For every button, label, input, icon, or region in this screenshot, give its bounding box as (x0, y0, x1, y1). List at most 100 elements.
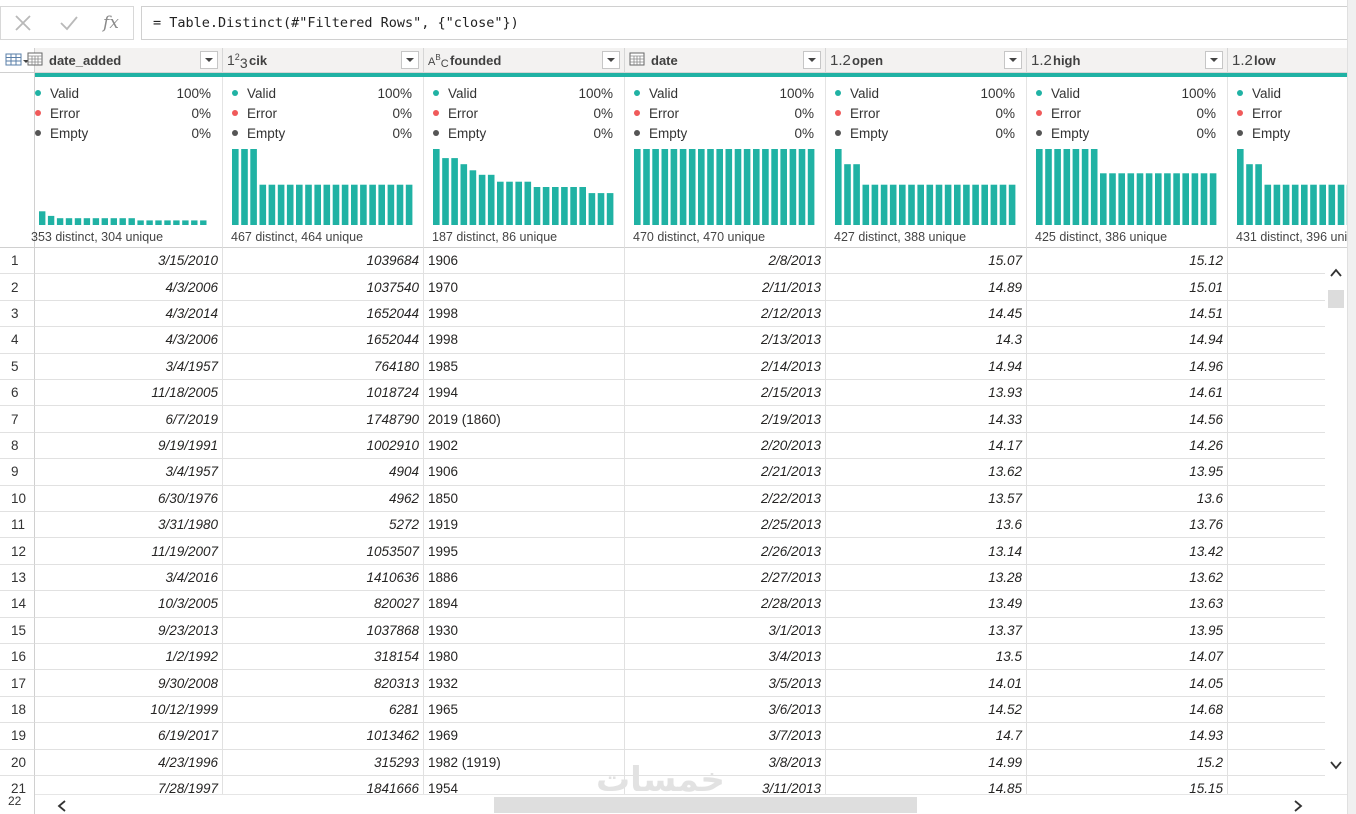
histogram-bar[interactable] (716, 149, 723, 225)
table-cell-high[interactable]: 13.63 (1027, 591, 1228, 618)
histogram-bar[interactable] (137, 220, 144, 225)
table-cell-cik[interactable]: 1037540 (223, 274, 424, 301)
table-cell-date[interactable]: 2/15/2013 (625, 380, 826, 407)
histogram-bar[interactable] (1264, 184, 1272, 225)
histogram-bar[interactable] (469, 170, 477, 225)
table-cell-date[interactable]: 2/28/2013 (625, 591, 826, 618)
table-cell-cik[interactable]: 1748790 (223, 406, 424, 433)
histogram-bar[interactable] (191, 220, 198, 225)
row-number[interactable]: 10 (0, 485, 35, 512)
histogram-bar[interactable] (762, 149, 769, 225)
histogram-bar[interactable] (451, 158, 458, 225)
vertical-scroll-thumb[interactable] (1328, 290, 1344, 308)
histogram-bar[interactable] (1191, 173, 1199, 225)
table-cell-high[interactable]: 14.68 (1027, 696, 1228, 724)
histogram-bar[interactable] (1182, 173, 1189, 225)
histogram-bar[interactable] (844, 164, 851, 225)
table-cell-high[interactable]: 13.6 (1027, 485, 1228, 512)
table-cell-open[interactable]: 13.57 (826, 485, 1027, 512)
table-cell-founded[interactable]: 1995 (424, 538, 625, 565)
table-cell-cik[interactable]: 1841666 (223, 776, 424, 794)
histogram-bar[interactable] (360, 184, 367, 225)
histogram-bar[interactable] (1063, 149, 1071, 225)
table-cell-date[interactable]: 2/8/2013 (625, 248, 826, 275)
integer-type-icon[interactable]: 123 (223, 52, 249, 71)
table-cell-founded[interactable]: 2019 (1860) (424, 406, 625, 433)
table-cell-founded[interactable]: 1919 (424, 512, 625, 539)
table-cell-open[interactable]: 14.7 (826, 723, 1027, 750)
histogram-bar[interactable] (277, 184, 285, 225)
fx-icon[interactable]: fx (99, 11, 123, 35)
filter-dropdown-icon[interactable] (200, 51, 218, 69)
table-cell-cik[interactable]: 820313 (223, 670, 424, 697)
table-cell-date[interactable]: 2/12/2013 (625, 300, 826, 328)
histogram-bar[interactable] (332, 184, 340, 225)
table-cell-cik[interactable]: 1037868 (223, 617, 424, 644)
row-number[interactable]: 15 (0, 617, 35, 644)
histogram-bar[interactable] (47, 215, 55, 225)
date-type-icon[interactable] (27, 52, 45, 69)
table-cell-cik[interactable]: 1652044 (223, 327, 424, 354)
table-cell-open[interactable]: 14.52 (826, 696, 1027, 724)
histogram-bar[interactable] (899, 184, 906, 225)
histogram-bar[interactable] (634, 149, 641, 225)
table-cell-founded[interactable]: 1902 (424, 432, 625, 460)
histogram-bar[interactable] (1319, 184, 1326, 225)
histogram-bar[interactable] (1109, 173, 1116, 225)
table-cell-high[interactable]: 13.42 (1027, 538, 1228, 565)
table-cell-cik[interactable]: 5272 (223, 512, 424, 539)
histogram-bar[interactable] (497, 181, 504, 225)
table-cell-founded[interactable]: 1954 (424, 776, 625, 794)
histogram-bar[interactable] (1118, 173, 1125, 225)
histogram-bar[interactable] (1173, 173, 1180, 225)
histogram-bar[interactable] (880, 184, 888, 225)
histogram-bar[interactable] (268, 184, 276, 225)
text-type-icon[interactable]: ABC (424, 53, 450, 70)
table-cell-cik[interactable]: 1039684 (223, 248, 424, 275)
histogram-bar[interactable] (734, 149, 742, 225)
filter-dropdown-icon[interactable] (803, 51, 821, 69)
histogram-bar[interactable] (296, 184, 303, 225)
table-cell-date_added[interactable]: 4/23/1996 (35, 749, 223, 776)
histogram-bar[interactable] (552, 187, 559, 225)
histogram-bar[interactable] (789, 149, 797, 225)
row-number[interactable]: 2 (0, 274, 35, 301)
histogram[interactable] (1036, 149, 1219, 225)
table-cell-date[interactable]: 3/4/2013 (625, 644, 826, 671)
table-cell-date_added[interactable]: 10/3/2005 (35, 591, 223, 618)
scroll-right-icon[interactable] (1291, 799, 1305, 813)
histogram-bar[interactable] (926, 184, 934, 225)
table-cell-founded[interactable]: 1930 (424, 617, 625, 644)
row-number[interactable]: 7 (0, 406, 35, 433)
histogram-bar[interactable] (1273, 184, 1281, 225)
table-cell-date_added[interactable]: 10/12/1999 (35, 696, 223, 724)
table-cell-cik[interactable]: 1002910 (223, 432, 424, 460)
histogram[interactable] (1237, 149, 1347, 225)
histogram-bar[interactable] (1036, 149, 1043, 225)
histogram-bar[interactable] (606, 193, 614, 225)
table-cell-date_added[interactable]: 11/19/2007 (35, 538, 223, 565)
decimal-type-icon[interactable]: 1.2 (1228, 52, 1254, 69)
table-cell-open[interactable]: 13.28 (826, 564, 1027, 592)
table-cell-founded[interactable]: 1886 (424, 564, 625, 592)
table-cell-open[interactable]: 14.33 (826, 406, 1027, 433)
table-cell-date_added[interactable]: 4/3/2006 (35, 327, 223, 354)
table-cell-open[interactable]: 14.89 (826, 274, 1027, 301)
histogram-bar[interactable] (56, 218, 64, 225)
histogram-bar[interactable] (698, 149, 705, 225)
scroll-up-icon[interactable] (1329, 266, 1343, 280)
table-cell-cik[interactable]: 1013462 (223, 723, 424, 750)
histogram-bar[interactable] (1328, 184, 1336, 225)
histogram-bar[interactable] (917, 184, 924, 225)
filter-dropdown-icon[interactable] (1004, 51, 1022, 69)
table-cell-founded[interactable]: 1850 (424, 485, 625, 512)
row-number[interactable]: 17 (0, 670, 35, 697)
histogram-bar[interactable] (753, 149, 760, 225)
histogram-bar[interactable] (173, 220, 180, 225)
table-cell-date[interactable]: 2/26/2013 (625, 538, 826, 565)
table-cell-date_added[interactable]: 9/19/1991 (35, 432, 223, 460)
row-number[interactable]: 18 (0, 696, 35, 724)
histogram-bar[interactable] (954, 184, 961, 225)
table-cell-high[interactable]: 14.93 (1027, 723, 1228, 750)
row-number[interactable]: 14 (0, 591, 35, 618)
